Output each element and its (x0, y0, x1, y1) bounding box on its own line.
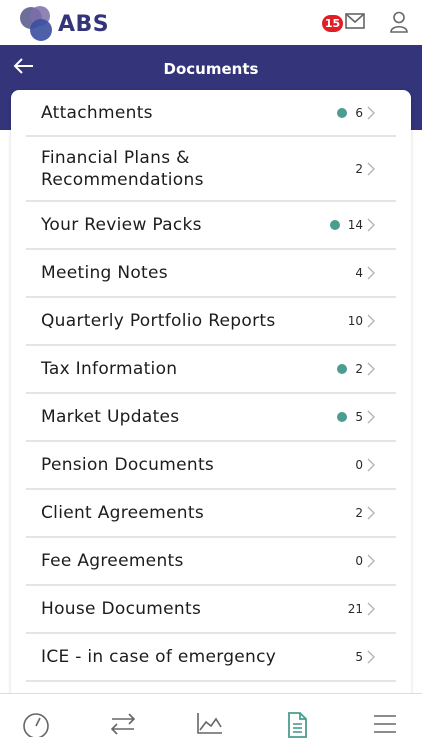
bottom-navigation (0, 693, 422, 751)
document-category-label: Attachments (41, 103, 153, 123)
transfer-arrows-icon (110, 713, 136, 735)
row-meta: 2 (337, 346, 376, 392)
new-item-indicator (337, 412, 348, 422)
document-category-label: Meeting Notes (41, 263, 168, 283)
nav-documents[interactable] (267, 694, 327, 751)
document-count: 6 (355, 105, 363, 120)
row-meta: 2 (355, 490, 376, 536)
document-count: 2 (355, 362, 363, 376)
chevron-right-icon (367, 650, 375, 664)
chevron-right-icon (367, 458, 375, 472)
document-category-row[interactable]: Quarterly Portfolio Reports 10 (26, 298, 396, 346)
document-count: 0 (355, 554, 363, 568)
document-category-row[interactable]: Tax Information 2 (26, 346, 396, 394)
row-meta: 21 (348, 586, 376, 632)
document-category-label: ICE - in case of emergency (41, 647, 277, 667)
document-category-row[interactable]: House Documents 21 (26, 586, 396, 634)
document-category-row[interactable]: Client Agreements 2 (26, 490, 396, 538)
logo-mark-icon (20, 6, 52, 41)
document-category-label: Pension Documents (41, 455, 215, 475)
document-category-row[interactable]: Fee Agreements 0 (26, 538, 396, 586)
document-category-row[interactable]: Attachments 6 (26, 90, 396, 137)
document-category-label: Fee Agreements (41, 551, 184, 571)
chevron-right-icon (367, 218, 375, 232)
chevron-right-icon (367, 162, 375, 175)
chevron-right-icon (367, 106, 375, 119)
document-category-row[interactable]: Financial Plans & Recommendations 2 (26, 137, 396, 202)
chevron-right-icon (367, 314, 375, 328)
document-category-row[interactable]: Market Updates 5 (26, 394, 396, 442)
document-category-label: Financial Plans & Recommendations (41, 148, 204, 190)
row-meta: 4 (355, 250, 376, 296)
new-item-indicator (337, 364, 348, 374)
chevron-right-icon (367, 362, 375, 376)
row-meta: 5 (355, 634, 376, 680)
chevron-right-icon (367, 266, 375, 280)
document-count: 2 (355, 506, 363, 520)
document-category-label: House Documents (41, 599, 202, 619)
abs-logo[interactable]: ABS (18, 4, 118, 42)
documents-list-card: Attachments 6 Financial Plans & Recommenda… (11, 90, 411, 710)
user-profile-icon[interactable] (389, 11, 409, 33)
document-category-label: Your Review Packs (41, 215, 202, 235)
document-category-label: Market Updates (41, 407, 180, 427)
document-category-label: Tax Information (41, 359, 178, 379)
row-meta: 6 (337, 90, 376, 135)
nav-performance[interactable] (180, 694, 240, 751)
chevron-right-icon (367, 602, 375, 616)
nav-menu[interactable] (355, 694, 415, 751)
nav-dashboard[interactable] (6, 694, 66, 751)
document-category-row[interactable]: ICE - in case of emergency 5 (26, 634, 396, 682)
document-count: 14 (347, 218, 363, 232)
new-item-indicator (329, 220, 340, 230)
row-meta: 0 (355, 442, 376, 488)
new-item-indicator (337, 107, 348, 118)
top-bar: ABS 15 (0, 0, 422, 45)
row-meta: 10 (348, 298, 376, 344)
chevron-right-icon (367, 554, 375, 568)
document-category-row[interactable]: Meeting Notes 4 (26, 250, 396, 298)
document-category-label: Quarterly Portfolio Reports (41, 311, 276, 331)
nav-transfers[interactable] (93, 694, 153, 751)
menu-icon (374, 715, 396, 733)
document-count: 5 (355, 410, 363, 424)
row-meta: 14 (329, 202, 376, 248)
row-meta: 2 (355, 137, 376, 200)
row-meta: 5 (337, 394, 376, 440)
chevron-right-icon (367, 410, 375, 424)
chevron-right-icon (367, 506, 375, 520)
logo-text: ABS (58, 12, 110, 37)
document-count: 2 (355, 161, 363, 176)
document-category-row[interactable]: Your Review Packs 14 (26, 202, 396, 250)
row-meta: 0 (355, 538, 376, 584)
performance-chart-icon (197, 713, 222, 734)
mail-icon[interactable] (345, 13, 365, 29)
document-count: 5 (355, 650, 363, 664)
page-title: Documents (163, 60, 259, 78)
notification-badge[interactable]: 15 (322, 15, 343, 32)
document-count: 0 (355, 458, 363, 472)
dashboard-gauge-icon (23, 713, 49, 737)
document-count: 4 (355, 266, 363, 280)
document-count: 10 (347, 314, 363, 328)
document-category-label: Client Agreements (41, 503, 204, 523)
documents-icon (288, 712, 307, 738)
document-category-row[interactable]: Pension Documents 0 (26, 442, 396, 490)
document-count: 21 (347, 602, 363, 616)
